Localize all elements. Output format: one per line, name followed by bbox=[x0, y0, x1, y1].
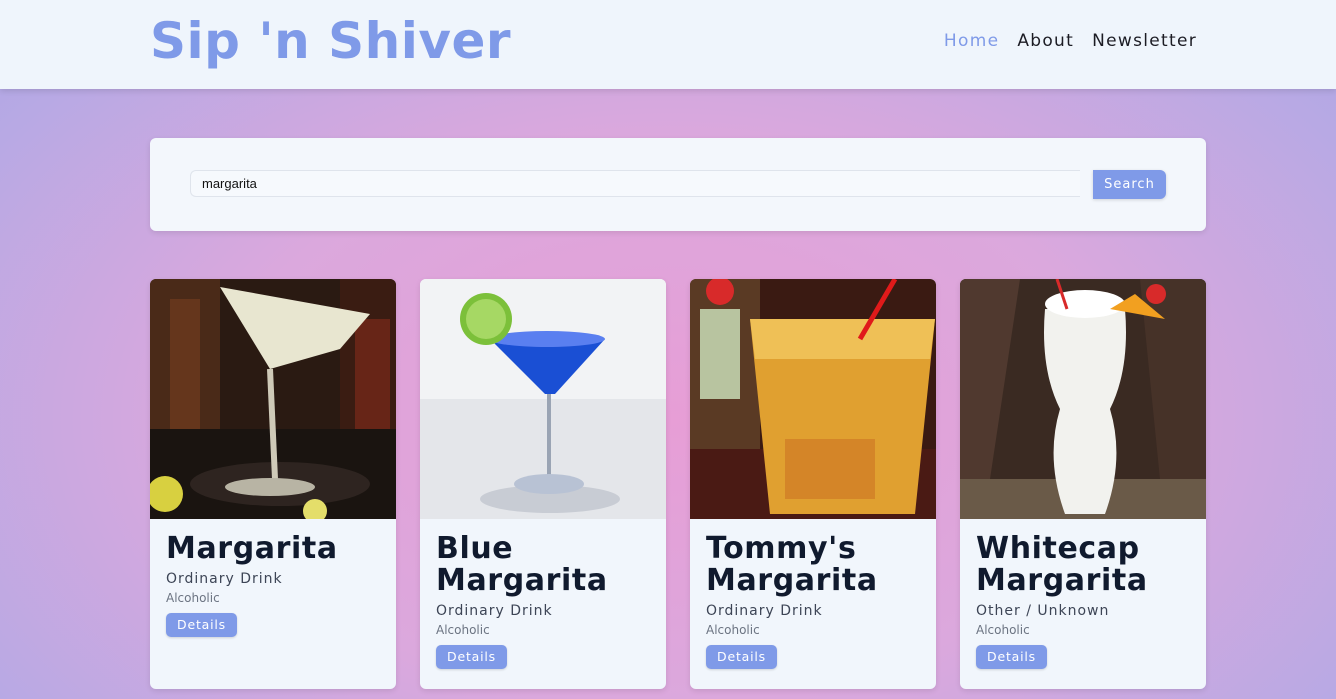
drink-category: Ordinary Drink bbox=[706, 603, 823, 619]
search-panel: Search bbox=[150, 138, 1206, 231]
site-logo[interactable]: Sip 'n Shiver bbox=[150, 12, 511, 70]
drink-alcoholic: Alcoholic bbox=[976, 623, 1030, 637]
navbar: Sip 'n Shiver Home About Newsletter bbox=[0, 0, 1336, 89]
details-button[interactable]: Details bbox=[976, 645, 1047, 669]
drink-category: Other / Unknown bbox=[976, 603, 1110, 619]
drink-card-blue-margarita: Blue Margarita Ordinary Drink Alcoholic … bbox=[420, 279, 666, 689]
search-button[interactable]: Search bbox=[1093, 170, 1166, 199]
drink-image-blue-margarita bbox=[420, 279, 666, 519]
drink-name: Tommy's Margarita bbox=[706, 531, 878, 598]
drink-card-body: Margarita Ordinary Drink Alcoholic Detai… bbox=[166, 533, 384, 637]
drink-name: Margarita bbox=[166, 531, 338, 566]
drink-alcoholic: Alcoholic bbox=[436, 623, 490, 637]
nav-link-about[interactable]: About bbox=[1017, 30, 1074, 52]
details-button[interactable]: Details bbox=[166, 613, 237, 637]
drink-category: Ordinary Drink bbox=[436, 603, 553, 619]
drink-card-whitecap-margarita: Whitecap Margarita Other / Unknown Alcoh… bbox=[960, 279, 1206, 689]
search-input[interactable] bbox=[190, 170, 1080, 197]
drink-category: Ordinary Drink bbox=[166, 571, 283, 587]
drink-image-margarita bbox=[150, 279, 396, 519]
drink-alcoholic: Alcoholic bbox=[706, 623, 760, 637]
drink-card-margarita: Margarita Ordinary Drink Alcoholic Detai… bbox=[150, 279, 396, 689]
drink-card-body: Blue Margarita Ordinary Drink Alcoholic … bbox=[436, 533, 654, 669]
main-nav: Home About Newsletter bbox=[944, 30, 1197, 52]
drink-image-whitecap-margarita bbox=[960, 279, 1206, 519]
drink-name: Whitecap Margarita bbox=[976, 531, 1148, 598]
drink-alcoholic: Alcoholic bbox=[166, 591, 220, 605]
details-button[interactable]: Details bbox=[436, 645, 507, 669]
nav-link-home[interactable]: Home bbox=[944, 30, 999, 52]
drink-image-tommys-margarita bbox=[690, 279, 936, 519]
drink-card-body: Whitecap Margarita Other / Unknown Alcoh… bbox=[976, 533, 1194, 669]
drink-card-tommys-margarita: Tommy's Margarita Ordinary Drink Alcohol… bbox=[690, 279, 936, 689]
drink-name: Blue Margarita bbox=[436, 531, 608, 598]
nav-link-newsletter[interactable]: Newsletter bbox=[1092, 30, 1197, 52]
details-button[interactable]: Details bbox=[706, 645, 777, 669]
drink-card-body: Tommy's Margarita Ordinary Drink Alcohol… bbox=[706, 533, 924, 669]
